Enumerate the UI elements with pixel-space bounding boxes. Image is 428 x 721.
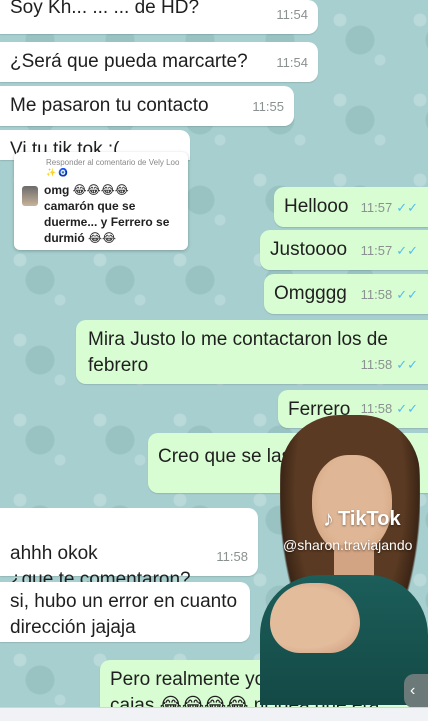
message-time: 11:58 bbox=[216, 549, 248, 564]
message-incoming[interactable]: ahhh okok ¿que te comentaron? 11:58 bbox=[0, 508, 258, 590]
read-receipt-icon: ✓✓ bbox=[396, 401, 418, 416]
message-input-bar[interactable] bbox=[0, 707, 428, 721]
message-incoming[interactable]: Me pasaron tu contacto 11:55 bbox=[0, 86, 294, 126]
side-action-button[interactable]: ‹ bbox=[404, 674, 428, 708]
read-receipt-icon: ✓✓ bbox=[396, 287, 418, 302]
message-outgoing[interactable]: Justoooo 11:57 ✓✓ bbox=[260, 230, 428, 270]
message-outgoing[interactable]: Mira Justo lo me contactaron los de febr… bbox=[76, 320, 428, 384]
message-time: 11:58 ✓✓ bbox=[360, 287, 418, 302]
message-time: 11:54 bbox=[276, 55, 308, 70]
message-outgoing[interactable]: Hellooo 11:57 ✓✓ bbox=[274, 187, 428, 227]
creator-video-overlay bbox=[250, 415, 428, 705]
message-incoming[interactable]: Soy Kh... ... ... de HD? 11:54 bbox=[0, 0, 318, 34]
commenter-avatar bbox=[22, 186, 38, 206]
creator-hand bbox=[270, 583, 360, 653]
reply-comment-text: omg 😂😂😂😂 camarón que se duerme... y Ferr… bbox=[44, 183, 170, 245]
tiktok-comment-reply-card: Responder al comentario de Vely Loo ✨ 🧿 … bbox=[14, 152, 188, 250]
reply-header: Responder al comentario de Vely Loo ✨ 🧿 bbox=[46, 158, 180, 177]
tiktok-note-icon: ♪ bbox=[323, 506, 334, 531]
read-receipt-icon: ✓✓ bbox=[396, 243, 418, 258]
message-time: 11:58 ✓✓ bbox=[360, 357, 418, 372]
message-time: 11:57 ✓✓ bbox=[360, 243, 418, 258]
tiktok-watermark: ♪ TikTok bbox=[323, 506, 401, 531]
message-outgoing[interactable]: Omgggg 11:58 ✓✓ bbox=[264, 274, 428, 314]
message-time: 11:54 bbox=[276, 7, 308, 22]
message-time: 11:55 bbox=[252, 99, 284, 114]
message-incoming[interactable]: si, hubo un error en cuanto dirección ja… bbox=[0, 582, 250, 642]
tiktok-username: @sharon.traviajando bbox=[283, 537, 413, 553]
message-time: 11:57 ✓✓ bbox=[360, 200, 418, 215]
read-receipt-icon: ✓✓ bbox=[396, 357, 418, 372]
chevron-left-icon: ‹ bbox=[410, 682, 416, 699]
read-receipt-icon: ✓✓ bbox=[396, 200, 418, 215]
message-incoming[interactable]: ¿Será que pueda marcarte? 11:54 bbox=[0, 42, 318, 82]
